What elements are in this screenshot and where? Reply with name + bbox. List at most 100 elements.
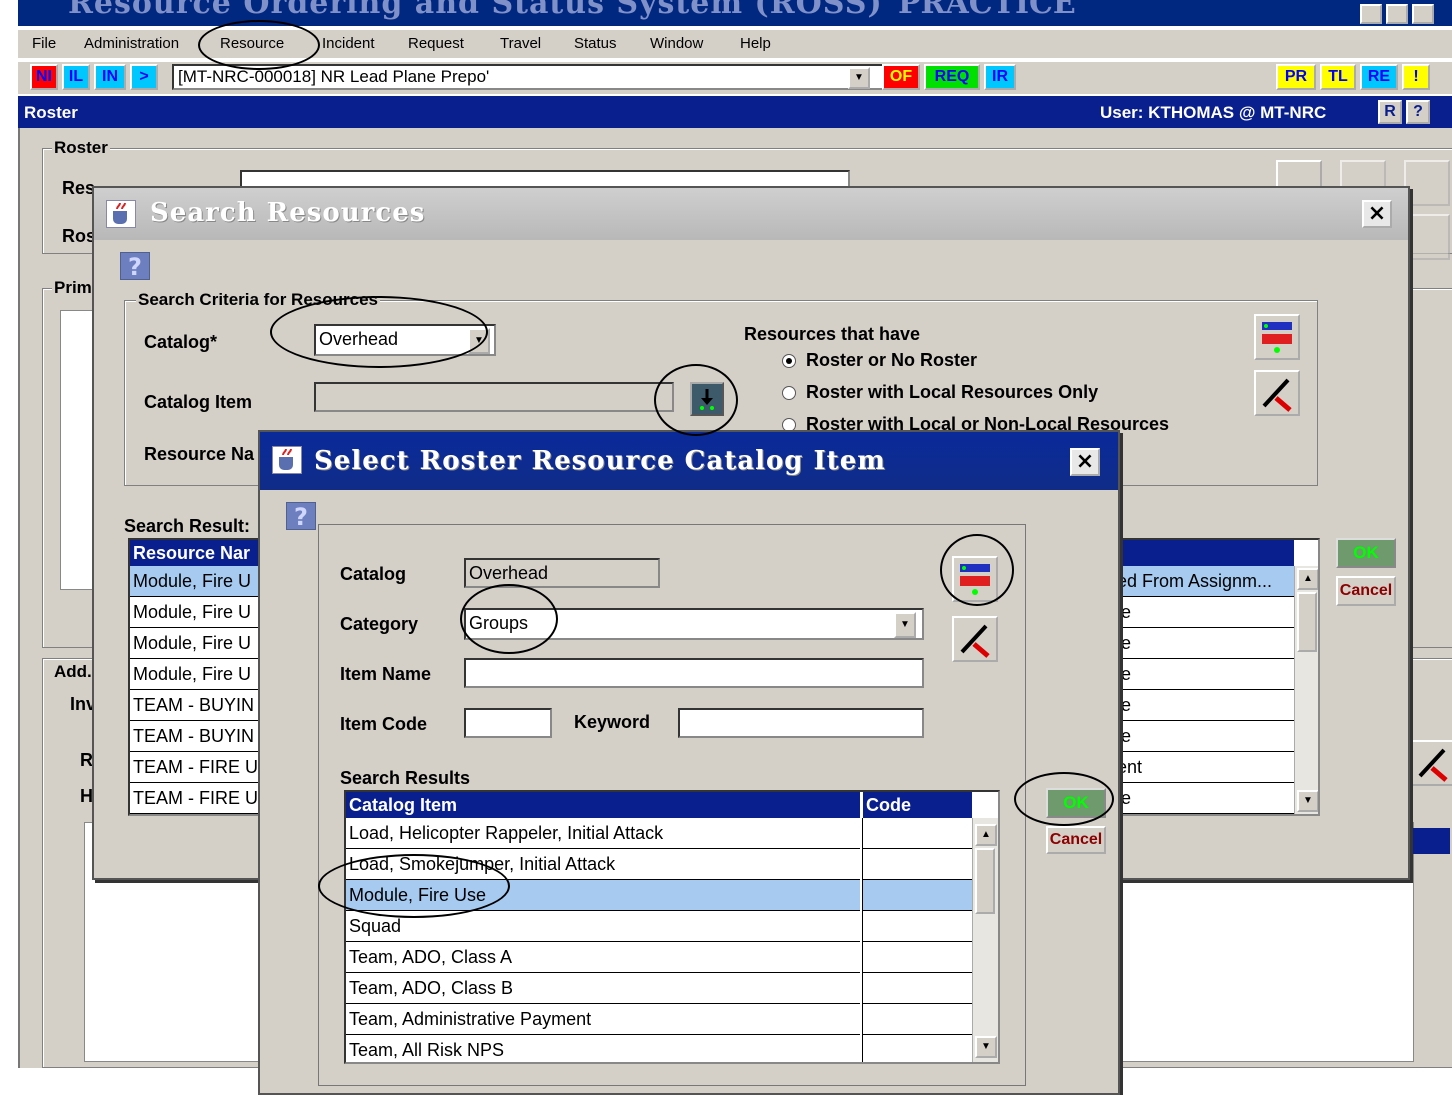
catalog-item-code-cell[interactable] xyxy=(862,818,972,849)
menu-incident[interactable]: Incident xyxy=(322,35,375,52)
item-code-field[interactable] xyxy=(464,708,552,738)
toolbar-button-of[interactable]: OF xyxy=(882,64,920,90)
search-cancel-button[interactable]: Cancel xyxy=(1336,576,1396,606)
radio-roster-or-no-roster[interactable] xyxy=(782,354,796,368)
search-execute-icon[interactable] xyxy=(1254,314,1300,360)
toolbar-button-tl[interactable]: TL xyxy=(1320,64,1356,90)
resource-row-name[interactable]: Module, Fire U xyxy=(130,566,260,597)
resource-row-status[interactable]: le xyxy=(1114,659,1294,690)
resource-row-status[interactable]: le xyxy=(1114,721,1294,752)
catalog-item-code-cell[interactable] xyxy=(862,1004,972,1035)
catalog-item-scrollbar[interactable]: ▲ ▼ xyxy=(972,818,998,1062)
menu-help[interactable]: Help xyxy=(740,35,771,52)
primary-group-label: Prim xyxy=(52,278,94,298)
catalog-item-row[interactable]: Team, Administrative Payment xyxy=(346,1004,860,1035)
resource-row-status[interactable]: le xyxy=(1114,628,1294,659)
scroll-up-icon-2[interactable]: ▲ xyxy=(975,824,997,846)
resource-results-scrollbar[interactable]: ▲ ▼ xyxy=(1294,566,1318,814)
item-name-field[interactable] xyxy=(464,658,924,688)
resource-row-status[interactable]: le xyxy=(1114,783,1294,814)
search-ok-button[interactable]: OK xyxy=(1336,538,1396,568)
roster-res-label: Res xyxy=(62,178,96,198)
search-clear-icon[interactable] xyxy=(1254,370,1300,416)
search-help-icon[interactable]: ? xyxy=(120,252,150,281)
resource-row-status[interactable]: le xyxy=(1114,597,1294,628)
radio-roster-local-only[interactable] xyxy=(782,386,796,400)
resource-row-name[interactable]: TEAM - BUYIN xyxy=(130,721,260,752)
resource-row-name[interactable]: Module, Fire U xyxy=(130,597,260,628)
catalog-item-label: Catalog Item xyxy=(144,392,253,412)
resource-row-status[interactable]: ed From Assignm... xyxy=(1114,566,1294,597)
menu-resource[interactable]: Resource xyxy=(220,35,284,52)
catalog-item-picker-icon[interactable] xyxy=(690,382,724,416)
select-ok-button[interactable]: OK xyxy=(1046,788,1106,818)
catalog-item-row[interactable]: Squad xyxy=(346,911,860,942)
resource-row-name[interactable]: TEAM - FIRE U xyxy=(130,783,260,814)
incident-dropdown-icon[interactable]: ▼ xyxy=(848,67,870,89)
scroll-up-icon[interactable]: ▲ xyxy=(1297,568,1318,590)
catalog-item-table[interactable]: Catalog Item Code Load, Helicopter Rappe… xyxy=(344,790,1000,1064)
maximize-button[interactable] xyxy=(1386,4,1408,24)
catalog-item-row[interactable]: Module, Fire Use xyxy=(346,880,860,911)
resource-row-name[interactable]: TEAM - BUYIN xyxy=(130,690,260,721)
select-cancel-button[interactable]: Cancel xyxy=(1046,826,1106,854)
toolbar-button-next[interactable]: > xyxy=(130,64,158,90)
scroll-down-icon-2[interactable]: ▼ xyxy=(975,1036,997,1058)
category-dropdown-icon[interactable]: ▼ xyxy=(894,612,916,638)
toolbar-button-ir[interactable]: IR xyxy=(984,64,1016,90)
resource-row-status[interactable]: le xyxy=(1114,690,1294,721)
minimize-button[interactable] xyxy=(1360,4,1382,24)
catalog-dropdown-icon[interactable]: ▼ xyxy=(468,328,490,354)
toolbar-button-ni[interactable]: NI xyxy=(30,64,58,90)
catalog-item-row[interactable]: Team, ADO, Class B xyxy=(346,973,860,1004)
catalog-item-code-cell[interactable] xyxy=(862,942,972,973)
toolbar-button-pr[interactable]: PR xyxy=(1276,64,1316,90)
menu-file[interactable]: File xyxy=(32,35,56,52)
select-search-icon[interactable] xyxy=(952,556,998,602)
keyword-field[interactable] xyxy=(678,708,924,738)
roster-help-button[interactable]: ? xyxy=(1406,100,1430,124)
resource-row-status[interactable]: ent xyxy=(1114,752,1294,783)
catalog-item-row[interactable]: Team, All Risk NPS xyxy=(346,1035,860,1062)
menu-administration[interactable]: Administration xyxy=(84,35,179,52)
resource-row-name[interactable]: Module, Fire U xyxy=(130,659,260,690)
search-results-label: Search Result: xyxy=(124,516,251,536)
catalog-item-field[interactable] xyxy=(314,382,674,412)
search-dialog-close-icon[interactable]: × xyxy=(1362,200,1392,228)
select-clear-icon[interactable] xyxy=(952,616,998,662)
menu-travel[interactable]: Travel xyxy=(500,35,541,52)
roster-delete-icon[interactable] xyxy=(1404,214,1450,260)
select-catalog-value: Overhead xyxy=(469,563,549,583)
roster-clear-icon[interactable] xyxy=(1410,740,1452,786)
catalog-item-row[interactable]: Team, ADO, Class A xyxy=(346,942,860,973)
catalog-item-code-cell[interactable] xyxy=(862,911,972,942)
roster-refresh-button[interactable]: R xyxy=(1378,100,1402,124)
resource-row-name[interactable]: Module, Fire U xyxy=(130,628,260,659)
toolbar-button-re[interactable]: RE xyxy=(1360,64,1398,90)
menu-window[interactable]: Window xyxy=(650,35,703,52)
catalog-item-code-cell[interactable] xyxy=(862,973,972,1004)
incident-select[interactable]: [MT-NRC-000018] NR Lead Plane Prepo' xyxy=(172,64,894,90)
roster-detail-header xyxy=(1410,828,1450,854)
scroll-thumb-2[interactable] xyxy=(975,848,995,914)
toolbar-button-req[interactable]: REQ xyxy=(924,64,980,90)
roster-doc-icon[interactable] xyxy=(1404,160,1450,206)
catalog-item-row[interactable]: Load, Smokejumper, Initial Attack xyxy=(346,849,860,880)
catalog-item-row[interactable]: Load, Helicopter Rappeler, Initial Attac… xyxy=(346,818,860,849)
catalog-item-code-cell[interactable] xyxy=(862,880,972,911)
close-window-button[interactable] xyxy=(1412,4,1434,24)
menu-request[interactable]: Request xyxy=(408,35,464,52)
scroll-thumb[interactable] xyxy=(1297,592,1317,652)
menu-status[interactable]: Status xyxy=(574,35,617,52)
toolbar-button-il[interactable]: IL xyxy=(62,64,90,90)
col-catalog-item: Catalog Item xyxy=(346,792,860,818)
scroll-down-icon[interactable]: ▼ xyxy=(1297,790,1318,812)
toolbar-button-in[interactable]: IN xyxy=(94,64,126,90)
select-help-icon[interactable]: ? xyxy=(286,502,316,531)
toolbar-button-alert[interactable]: ! xyxy=(1402,64,1430,90)
catalog-item-code-cell[interactable] xyxy=(862,1035,972,1062)
select-dialog-close-icon[interactable]: × xyxy=(1070,448,1100,476)
catalog-item-code-cell[interactable] xyxy=(862,849,972,880)
resource-row-name[interactable]: TEAM - FIRE U xyxy=(130,752,260,783)
category-select[interactable]: Groups xyxy=(464,608,924,640)
